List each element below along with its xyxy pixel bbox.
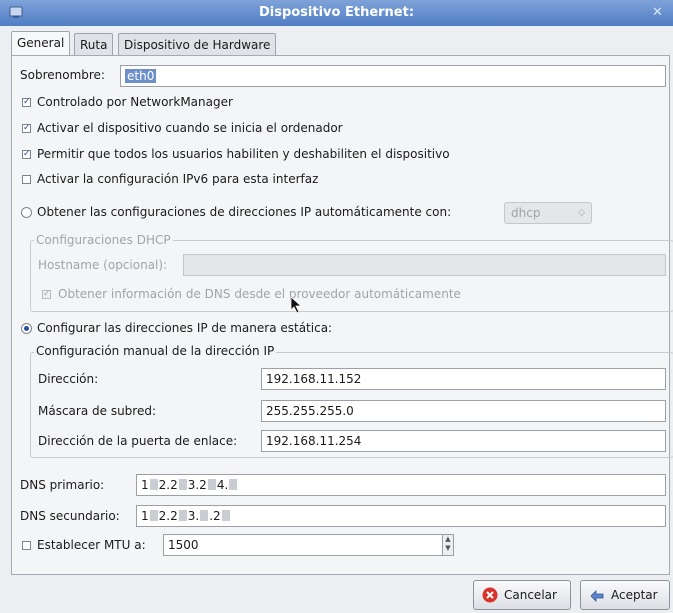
tab-hardware-device[interactable]: Dispositivo de Hardware xyxy=(118,33,277,55)
checkbox-allow-all-users[interactable]: ✓ xyxy=(22,150,31,159)
cancel-button[interactable]: Cancelar xyxy=(473,580,571,610)
radio-automatic-ip-label: Obtener las configuraciones de direccion… xyxy=(37,205,452,219)
hostname-label: Hostname (opcional): xyxy=(38,258,168,272)
checkbox-dns-from-provider-label: Obtener información de DNS desde el prov… xyxy=(58,287,461,301)
checkbox-mtu-label: Establecer MTU a: xyxy=(37,538,146,552)
address-label: Dirección: xyxy=(38,372,99,386)
checkbox-activate-on-boot[interactable]: ✓ xyxy=(22,124,31,133)
radio-static-ip[interactable] xyxy=(21,323,32,334)
radio-static-ip-label: Configurar las direcciones IP de manera … xyxy=(37,321,333,335)
address-input[interactable]: 192.168.11.152 xyxy=(261,368,666,390)
cancel-label: Cancelar xyxy=(504,588,557,602)
ethernet-device-dialog: Dispositivo Ethernet: ✕ General Ruta Dis… xyxy=(0,0,673,613)
auto-method-combo[interactable]: dhcp ◇ xyxy=(504,202,592,224)
netmask-label: Máscara de subred: xyxy=(38,404,157,418)
ok-label: Aceptar xyxy=(611,588,658,602)
static-frame-title: Configuración manual de la dirección IP xyxy=(34,344,277,358)
checkbox-activate-on-boot-label: Activar el dispositivo cuando se inicia … xyxy=(37,121,343,135)
dns-secondary-label: DNS secundario: xyxy=(20,509,120,523)
radio-automatic-ip[interactable] xyxy=(21,207,32,218)
gateway-input[interactable]: 192.168.11.254 xyxy=(261,430,666,452)
mtu-input[interactable]: 1500 xyxy=(163,534,443,556)
ok-button[interactable]: Aceptar xyxy=(580,580,670,610)
netmask-input[interactable]: 255.255.255.0 xyxy=(261,400,666,422)
apply-icon xyxy=(590,590,604,602)
checkbox-dns-from-provider[interactable]: ✓ xyxy=(42,290,51,299)
checkbox-networkmanager-label: Controlado por NetworkManager xyxy=(37,95,233,109)
close-icon[interactable]: ✕ xyxy=(650,5,665,20)
auto-method-value: dhcp xyxy=(511,206,541,220)
checkbox-ipv6-label: Activar la configuración IPv6 para esta … xyxy=(37,172,319,186)
checkbox-ipv6[interactable] xyxy=(22,175,31,184)
dhcp-frame-title: Configuraciones DHCP xyxy=(34,233,173,247)
mouse-pointer-icon xyxy=(290,296,303,314)
nickname-value: eth0 xyxy=(125,69,157,83)
checkbox-allow-all-users-label: Permitir que todos los usuarios habilite… xyxy=(37,147,450,161)
dns-primary-label: DNS primario: xyxy=(20,478,105,492)
dns-primary-input[interactable]: 1 2.2 3.2 4. xyxy=(136,474,666,496)
nickname-input[interactable]: eth0 xyxy=(120,65,666,87)
nickname-label: Sobrenombre: xyxy=(20,68,105,82)
hostname-input[interactable] xyxy=(183,254,666,276)
dns-secondary-input[interactable]: 1 2.2 3. .2 xyxy=(136,505,666,527)
title-bar[interactable]: Dispositivo Ethernet: ✕ xyxy=(0,0,673,26)
updown-arrow-icon: ◇ xyxy=(578,208,585,218)
checkbox-networkmanager[interactable]: ✓ xyxy=(22,98,31,107)
tab-route[interactable]: Ruta xyxy=(74,33,114,55)
mtu-spinner[interactable]: ▲ ▼ xyxy=(442,534,454,556)
dhcp-settings-frame xyxy=(30,240,673,312)
tab-general[interactable]: General xyxy=(11,31,71,56)
cancel-icon xyxy=(482,587,498,603)
window-title: Dispositivo Ethernet: xyxy=(258,5,415,20)
checkbox-mtu[interactable] xyxy=(22,541,31,550)
gateway-label: Dirección de la puerta de enlace: xyxy=(38,434,238,448)
